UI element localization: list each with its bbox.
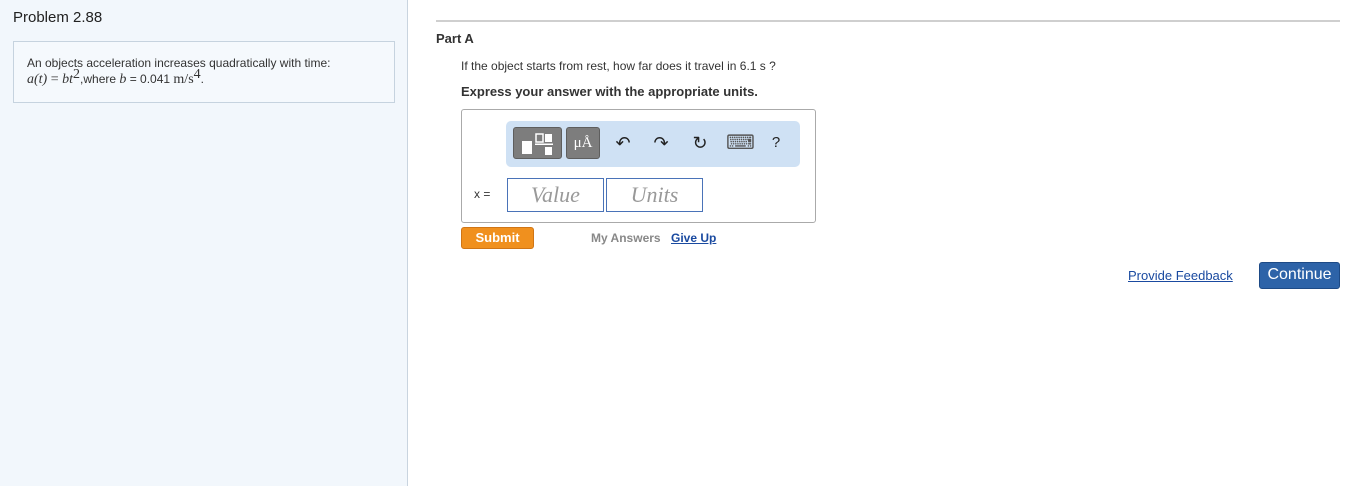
formula-rhs: bt xyxy=(62,72,74,87)
variable-label: x = xyxy=(474,187,491,201)
my-answers-label: My Answers xyxy=(591,231,661,245)
redo-icon[interactable]: ↷ xyxy=(648,129,674,157)
units-button[interactable]: μÅ xyxy=(566,127,600,159)
problem-title: Problem 2.88 xyxy=(13,9,103,26)
continue-button[interactable]: Continue xyxy=(1259,262,1340,289)
statement-text: An objects acceleration increases quadra… xyxy=(27,56,331,70)
formula-units-exp: 4 xyxy=(193,67,201,82)
question-text: If the object starts from rest, how far … xyxy=(461,59,776,73)
undo-icon[interactable]: ↶ xyxy=(610,129,636,157)
problem-sidebar: Problem 2.88 An objects acceleration inc… xyxy=(0,0,408,486)
help-button[interactable]: ? xyxy=(763,129,789,157)
keyboard-icon[interactable]: ⌨ xyxy=(726,129,755,157)
math-toolbar: μÅ ↶ ↷ ↻ ⌨ ? xyxy=(506,121,800,167)
provide-feedback-link[interactable]: Provide Feedback xyxy=(1128,268,1233,283)
divider xyxy=(436,20,1340,22)
problem-statement: An objects acceleration increases quadra… xyxy=(13,41,395,103)
give-up-link[interactable]: Give Up xyxy=(671,231,716,245)
value-field[interactable]: Value xyxy=(507,178,604,212)
formula-lhs: a(t) xyxy=(27,72,48,87)
part-label: Part A xyxy=(436,31,474,46)
templates-icon xyxy=(522,133,553,155)
formula-rhs-exp: 2 xyxy=(73,67,81,82)
templates-button[interactable] xyxy=(513,127,562,159)
formula-where: ,where xyxy=(80,72,120,86)
formula-units: m/s xyxy=(173,72,194,87)
reset-icon[interactable]: ↻ xyxy=(687,129,713,157)
formula-eq: = xyxy=(47,72,63,87)
formula-end: . xyxy=(200,72,204,86)
formula-b-value: = 0.041 xyxy=(126,72,174,86)
answer-box: μÅ ↶ ↷ ↻ ⌨ ? x = Value Units xyxy=(461,109,816,223)
instruction-text: Express your answer with the appropriate… xyxy=(461,84,758,99)
statement-formula: a(t) = bt2,where b = 0.041 m/s4. xyxy=(27,68,381,88)
submit-button[interactable]: Submit xyxy=(461,227,534,249)
units-field[interactable]: Units xyxy=(606,178,703,212)
part-panel: Part A If the object starts from rest, h… xyxy=(436,0,1366,486)
